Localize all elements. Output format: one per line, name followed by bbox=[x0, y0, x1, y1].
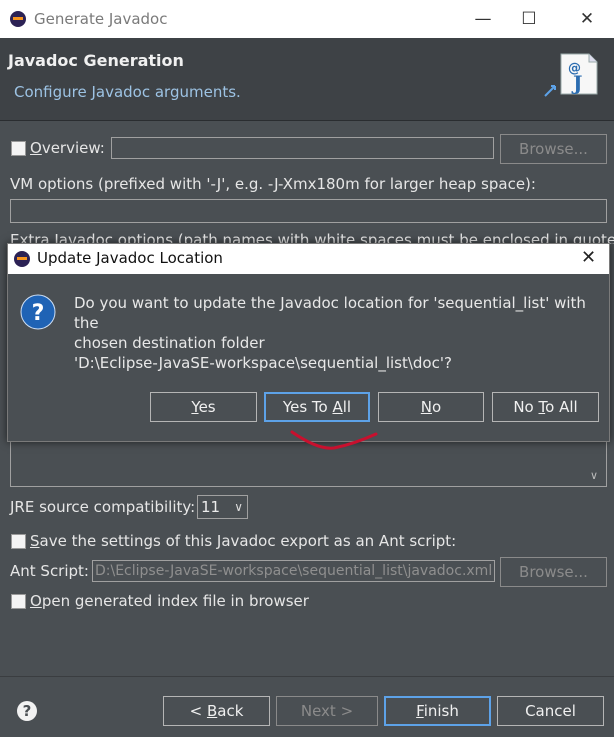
overview-browse-button[interactable]: Browse... bbox=[500, 134, 607, 164]
open-index-checkbox[interactable] bbox=[11, 594, 26, 609]
cancel-button[interactable]: Cancel bbox=[497, 696, 604, 726]
javadoc-banner-icon: @ J bbox=[544, 53, 598, 97]
jre-label: JRE source compatibility: bbox=[10, 498, 196, 516]
wizard-subtitle: Configure Javadoc arguments. bbox=[14, 83, 241, 101]
wizard-title: Javadoc Generation bbox=[8, 51, 184, 70]
dialog-message-line: 'D:\Eclipse-JavaSE-workspace\sequential_… bbox=[74, 354, 452, 372]
scroll-down-icon[interactable]: ∨ bbox=[590, 469, 598, 482]
update-javadoc-dialog: Update Javadoc Location ✕ ? Do you want … bbox=[7, 243, 610, 442]
minimize-button[interactable]: — bbox=[460, 0, 506, 38]
help-icon[interactable]: ? bbox=[17, 701, 37, 721]
dialog-close-button[interactable]: ✕ bbox=[581, 247, 596, 268]
maximize-button[interactable]: ☐ bbox=[506, 0, 552, 38]
overview-checkbox[interactable] bbox=[11, 141, 26, 156]
next-button[interactable]: Next > bbox=[276, 696, 378, 726]
window-title: Generate Javadoc bbox=[34, 10, 168, 28]
red-annotation-mark bbox=[290, 430, 378, 450]
svg-text:?: ? bbox=[32, 301, 45, 326]
question-icon: ? bbox=[20, 294, 56, 330]
no-to-all-button[interactable]: No To All bbox=[492, 392, 599, 422]
vm-options-input[interactable] bbox=[10, 199, 607, 223]
dialog-titlebar: Update Javadoc Location ✕ bbox=[8, 244, 609, 274]
yes-to-all-button[interactable]: Yes To All bbox=[264, 392, 370, 422]
eclipse-icon bbox=[14, 251, 30, 267]
jre-select[interactable]: 11 ∨ bbox=[197, 495, 248, 519]
window-titlebar: Generate Javadoc — ☐ ✕ bbox=[0, 0, 614, 38]
dialog-message-line: Do you want to update the Javadoc locati… bbox=[74, 294, 586, 332]
finish-button[interactable]: Finish bbox=[384, 696, 491, 726]
open-index-label: Open generated index file in browser bbox=[30, 592, 309, 610]
footer-separator bbox=[0, 676, 614, 677]
yes-button[interactable]: Yes bbox=[150, 392, 257, 422]
no-button[interactable]: No bbox=[378, 392, 484, 422]
overview-input[interactable] bbox=[111, 137, 494, 159]
svg-text:J: J bbox=[571, 71, 582, 95]
ant-script-browse-button[interactable]: Browse... bbox=[500, 557, 607, 587]
wizard-header: Javadoc Generation Configure Javadoc arg… bbox=[0, 38, 614, 120]
back-button[interactable]: < Back bbox=[163, 696, 270, 726]
save-ant-label: Save the settings of this Javadoc export… bbox=[30, 532, 457, 550]
close-window-button[interactable]: ✕ bbox=[564, 0, 610, 38]
ant-script-label: Ant Script: bbox=[10, 562, 89, 580]
chevron-down-icon: ∨ bbox=[234, 500, 243, 514]
eclipse-icon bbox=[10, 11, 26, 27]
jre-select-value: 11 bbox=[201, 498, 221, 516]
ant-script-input[interactable]: D:\Eclipse-JavaSE-workspace\sequential_l… bbox=[92, 560, 495, 582]
dialog-message: Do you want to update the Javadoc locati… bbox=[74, 293, 604, 373]
vm-options-label: VM options (prefixed with '-J', e.g. -J-… bbox=[10, 175, 536, 193]
dialog-message-line: chosen destination folder bbox=[74, 334, 265, 352]
dialog-title: Update Javadoc Location bbox=[37, 249, 223, 267]
save-ant-checkbox[interactable] bbox=[11, 534, 26, 549]
overview-label: Overview: bbox=[30, 139, 105, 157]
header-separator bbox=[0, 120, 614, 121]
